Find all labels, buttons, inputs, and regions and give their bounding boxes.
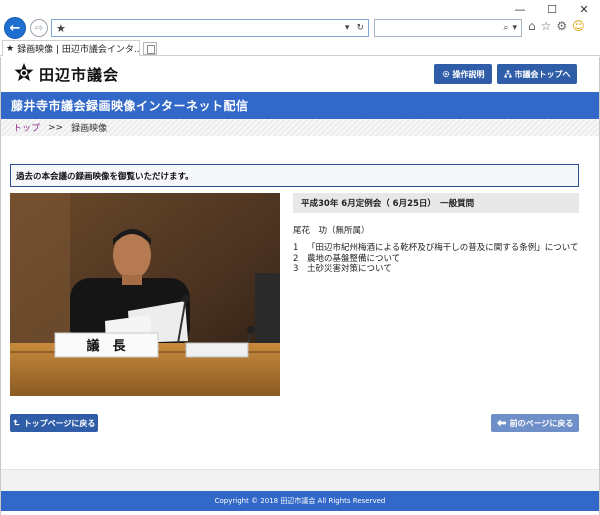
sitemap-icon	[503, 70, 512, 78]
breadcrumb: トップ >> 録画映像	[1, 119, 599, 136]
home-icon[interactable]: ⌂	[528, 19, 536, 33]
address-bar[interactable]: ★ ▾ ↻	[51, 19, 369, 37]
gear-icon[interactable]: ⚙	[556, 19, 567, 33]
list-item: 3 土砂災害対策について	[293, 264, 583, 275]
page-banner: 藤井寺市議会録画映像インターネット配信	[1, 92, 599, 119]
speaker-name: 尾花 功（無所属）	[293, 226, 370, 236]
refresh-icon[interactable]: ↻	[356, 23, 364, 33]
city-emblem-icon[interactable]	[13, 62, 35, 84]
help-button-label: 操作説明	[452, 69, 485, 79]
video-frame: 議 長	[10, 193, 280, 396]
topic-text: 農地の基盤整備について	[307, 253, 401, 264]
footer-band	[1, 469, 599, 491]
tab-current[interactable]: ★ 録画映像 | 田辺市議会インタ... ×	[2, 40, 140, 56]
favorite-star-icon: ★	[56, 21, 66, 35]
forward-arrow-icon[interactable]: ⇨	[30, 19, 48, 37]
copyright-text: Copyright © 2018 田辺市議会 All Rights Reserv…	[214, 497, 386, 505]
tab-title: 録画映像 | 田辺市議会インタ...	[17, 45, 140, 55]
breadcrumb-separator: >>	[48, 122, 64, 133]
search-icon[interactable]: ⌕	[503, 23, 508, 33]
topic-list: 1 「田辺市紀州梅酒による乾杯及び梅干しの普及に関する条例」について 2 農地の…	[293, 243, 583, 275]
return-arrow-icon	[12, 419, 19, 426]
nameplate-text: 議 長	[86, 338, 126, 354]
search-input[interactable]: ⌕ ▾	[374, 19, 522, 37]
browser-navbar: ← ⇨ ★ ▾ ↻ ⌕ ▾ ⌂ ☆ ⚙ ☺	[0, 16, 600, 40]
list-item: 2 農地の基盤整備について	[293, 254, 583, 265]
topic-number: 1	[293, 243, 299, 253]
council-top-button-label: 市議会トップへ	[514, 69, 571, 79]
gear-icon	[442, 70, 449, 78]
browser-toolbar: ⌂ ☆ ⚙ ☺	[528, 19, 585, 33]
previous-page-label: 前のページに戻る	[509, 418, 574, 428]
notice-text: 過去の本会議の録画映像を御覧いただけます。	[16, 171, 194, 182]
video-player[interactable]: 議 長	[10, 193, 280, 396]
smiley-feedback-icon[interactable]: ☺	[572, 19, 585, 33]
topic-text: 土砂災害対策について	[307, 264, 392, 274]
tab-bar: ★ 録画映像 | 田辺市議会インタ... ×	[0, 40, 600, 56]
site-header: 田辺市議会 操作説明 市議会トップへ	[1, 57, 599, 89]
back-arrow-icon[interactable]: ←	[4, 17, 26, 39]
site-title[interactable]: 田辺市議会	[39, 64, 119, 85]
list-item: 1 「田辺市紀州梅酒による乾杯及び梅干しの普及に関する条例」について	[293, 243, 583, 254]
address-dropdown-icon[interactable]: ▾	[345, 23, 350, 33]
search-dropdown-icon[interactable]: ▾	[512, 23, 517, 33]
favorites-star-icon[interactable]: ☆	[541, 19, 552, 33]
topic-number: 3	[293, 264, 299, 274]
left-arrow-icon	[496, 419, 506, 427]
council-top-button[interactable]: 市議会トップへ	[497, 64, 577, 84]
page-content: 田辺市議会 操作説明 市議会トップへ 藤井寺市議会録画映像インターネット配信 ト…	[0, 57, 600, 515]
back-to-top-button[interactable]: トップページに戻る	[10, 414, 98, 432]
meeting-header: 平成30年 6月定例会（ 6月25日） 一般質問	[293, 193, 579, 213]
help-button[interactable]: 操作説明	[434, 64, 492, 84]
topic-number: 2	[293, 253, 299, 264]
topic-text: 「田辺市紀州梅酒による乾杯及び梅干しの普及に関する条例」について	[307, 243, 579, 253]
notice-box: 過去の本会議の録画映像を御覧いただけます。	[10, 164, 579, 187]
breadcrumb-home-link[interactable]: トップ	[13, 121, 40, 134]
meeting-title: 平成30年 6月定例会（ 6月25日） 一般質問	[301, 199, 475, 209]
back-to-top-label: トップページに戻る	[23, 418, 96, 428]
tab-favicon-icon: ★	[6, 43, 15, 54]
previous-page-button[interactable]: 前のページに戻る	[491, 414, 579, 432]
footer: Copyright © 2018 田辺市議会 All Rights Reserv…	[1, 491, 599, 511]
page-title: 藤井寺市議会録画映像インターネット配信	[11, 99, 249, 113]
new-tab-icon[interactable]	[143, 42, 157, 55]
breadcrumb-current: 録画映像	[71, 124, 108, 134]
